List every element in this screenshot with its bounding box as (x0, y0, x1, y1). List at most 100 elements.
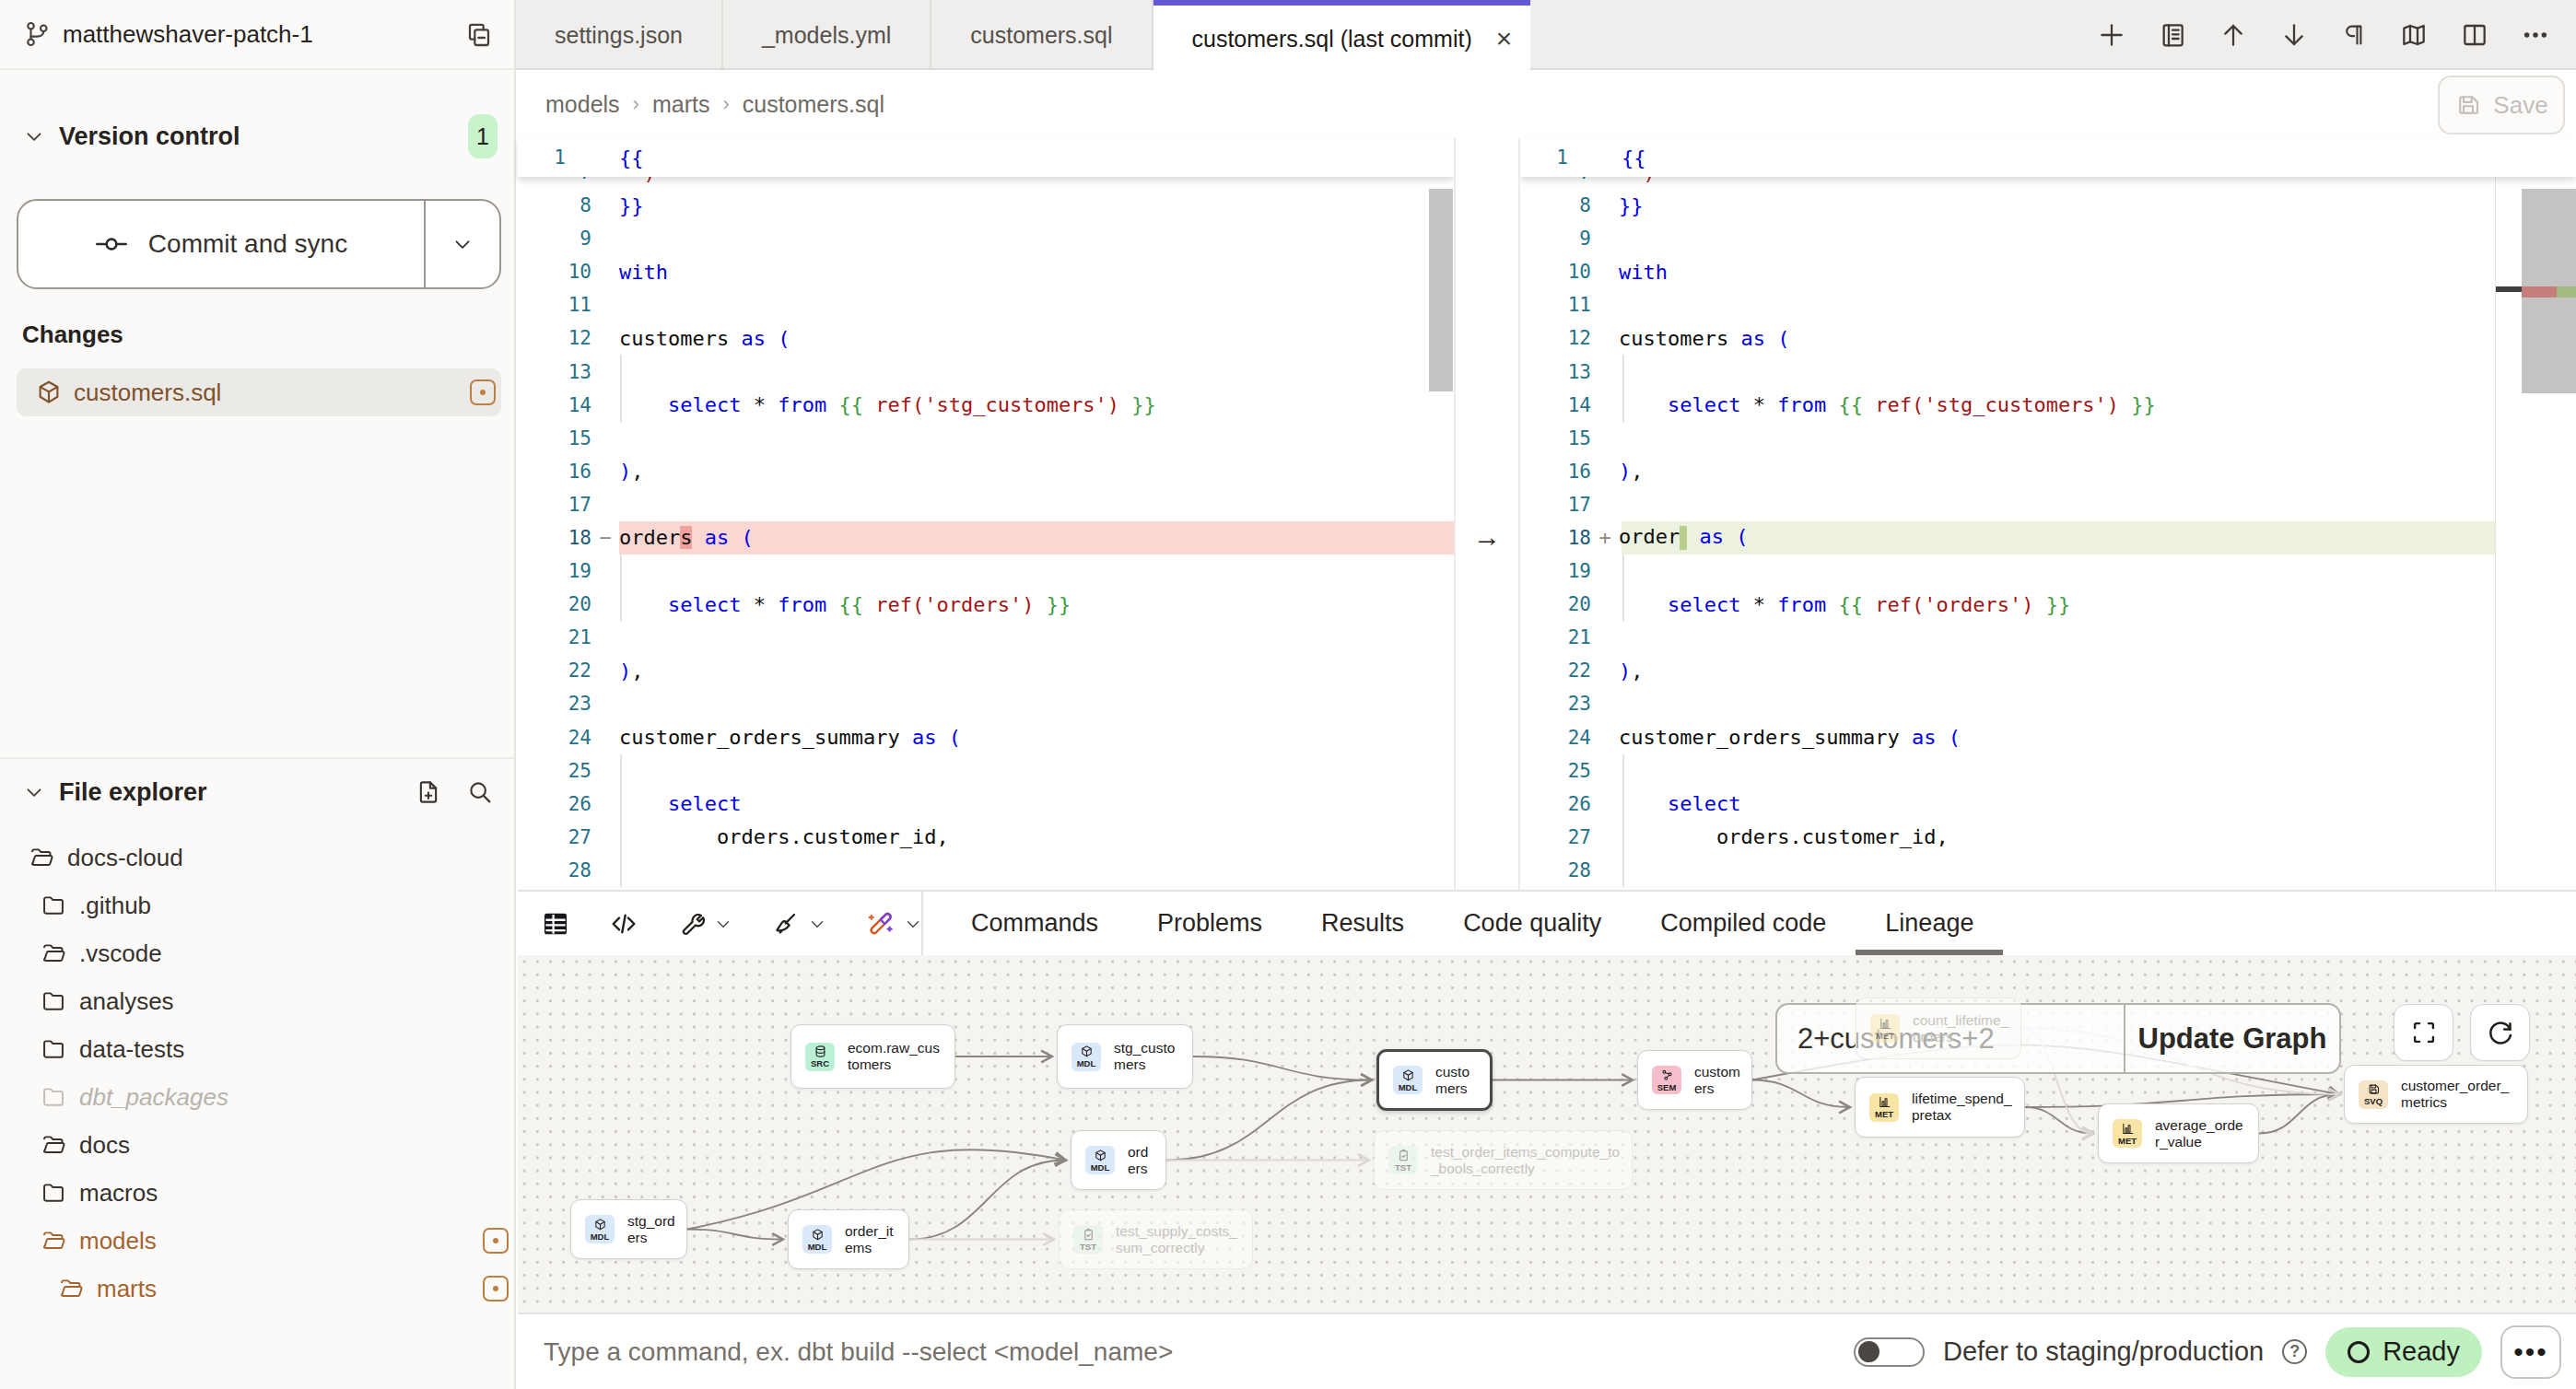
lineage-node-order_items[interactable]: MDLorder_items (788, 1209, 909, 1269)
bottom-tab-code-quality[interactable]: Code quality (1463, 892, 1601, 955)
code-line-21[interactable]: 21 (518, 621, 1454, 654)
commit-and-sync-button[interactable]: Commit and sync (17, 199, 501, 289)
breadcrumb-item[interactable]: marts (652, 91, 710, 118)
commit-and-sync-main[interactable]: Commit and sync (18, 201, 426, 287)
tab-customers-sql[interactable]: customers.sql (931, 0, 1153, 70)
code-line-13[interactable]: 13 (518, 355, 1454, 388)
more-actions-button[interactable]: ••• (2500, 1325, 2561, 1379)
code-line-20[interactable]: 20 select * from {{ ref('orders') }} (518, 588, 1454, 621)
code-line-25[interactable]: 25 (1520, 754, 2576, 788)
code-line-22[interactable]: 22), (1520, 654, 2576, 687)
tree-item-docs-cloud[interactable]: docs-cloud (0, 834, 514, 881)
changed-file-customers[interactable]: customers.sql (17, 368, 501, 416)
new-file-icon[interactable] (415, 778, 442, 806)
code-line-27[interactable]: 27 orders.customer_id, (1520, 821, 2576, 854)
tree-item-vscode[interactable]: .vscode (0, 929, 514, 977)
breadcrumb-item[interactable]: models (545, 91, 620, 118)
lineage-node-customer_order_metrics[interactable]: SVQcustomer_order_metrics (2344, 1065, 2528, 1124)
build-tool[interactable] (676, 909, 733, 939)
update-graph-button[interactable]: Update Graph (2125, 1005, 2339, 1072)
code-line-16[interactable]: 16), (1520, 455, 2576, 488)
tree-item-data-tests[interactable]: data-tests (0, 1025, 514, 1073)
code-line-17[interactable]: 17 (1520, 488, 2576, 521)
close-tab-icon[interactable]: × (1496, 23, 1513, 54)
code-line-10[interactable]: 10with (518, 255, 1454, 288)
lineage-canvas[interactable]: SRCecom.raw_customersMDLstg_customersMDL… (518, 955, 2576, 1313)
changelog-icon[interactable] (2158, 20, 2187, 50)
code-line-7[interactable]: 7 ) (1520, 177, 2576, 189)
code-line-16[interactable]: 16), (518, 455, 1454, 488)
tree-item-models[interactable]: models (0, 1217, 514, 1265)
code-line-14[interactable]: 14 select * from {{ ref('stg_customers')… (1520, 389, 2576, 422)
bottom-tab-problems[interactable]: Problems (1157, 892, 1262, 955)
code-line-27[interactable]: 27 orders.customer_id, (518, 821, 1454, 854)
code-line-19[interactable]: 19 (518, 554, 1454, 588)
minimap-icon[interactable] (2399, 20, 2429, 50)
tree-item-dbt_packages[interactable]: dbt_packages (0, 1073, 514, 1121)
code-line-12[interactable]: 12customers as ( (1520, 321, 2576, 355)
tab-customers-sql-last-commit-[interactable]: customers.sql (last commit)× (1153, 0, 1531, 72)
code-line-9[interactable]: 9 (1520, 222, 2576, 255)
more-options-icon[interactable] (2521, 20, 2550, 50)
code-line-10[interactable]: 10with (1520, 255, 2576, 288)
code-line-26[interactable]: 26 select (1520, 788, 2576, 821)
code-line-11[interactable]: 11 (1520, 288, 2576, 321)
bottom-tab-commands[interactable]: Commands (971, 892, 1098, 955)
arrow-up-icon[interactable] (2219, 20, 2248, 50)
code-line-23[interactable]: 23 (1520, 687, 2576, 720)
tab-settings-json[interactable]: settings.json (516, 0, 723, 70)
fullscreen-button[interactable] (2394, 1004, 2453, 1061)
minimap[interactable] (2495, 138, 2576, 890)
lineage-node-count_lifetime_orders[interactable]: METcount_lifetime_orders (1856, 998, 2021, 1059)
code-line-23[interactable]: 23 (518, 687, 1454, 720)
tree-item-github[interactable]: .github (0, 881, 514, 929)
breadcrumb-item[interactable]: customers.sql (743, 91, 884, 118)
code-line-13[interactable]: 13 (1520, 355, 2576, 388)
help-icon[interactable]: ? (2282, 1339, 2307, 1364)
code-line-14[interactable]: 14 select * from {{ ref('stg_customers')… (518, 389, 1454, 422)
lineage-node-customers[interactable]: MDLcustomers (1376, 1049, 1493, 1111)
search-icon[interactable] (466, 778, 494, 806)
code-line-12[interactable]: 12customers as ( (518, 321, 1454, 355)
code-line-11[interactable]: 11 (518, 288, 1454, 321)
code-line-28[interactable]: 28 (1520, 854, 2576, 887)
diff-pane-modified[interactable]: 1{{7 )8}}910with1112customers as (1314 s… (1520, 138, 2576, 890)
new-tab-icon[interactable] (2097, 20, 2126, 50)
revert-change-arrow-icon[interactable]: → (1456, 520, 1518, 554)
ready-status-button[interactable]: Ready (2325, 1327, 2482, 1377)
copy-icon[interactable] (464, 19, 494, 49)
arrow-down-icon[interactable] (2279, 20, 2309, 50)
tree-item-marts[interactable]: marts (0, 1265, 514, 1313)
compile-code-icon[interactable] (608, 908, 639, 940)
tab--models-yml[interactable]: _models.yml (723, 0, 931, 70)
lineage-node-stg_orders[interactable]: MDLstg_orders (570, 1199, 687, 1259)
file-explorer-header[interactable]: File explorer (0, 757, 514, 825)
ai-fix-tool[interactable] (864, 908, 923, 940)
split-editor-icon[interactable] (2460, 20, 2489, 50)
refresh-graph-button[interactable] (2470, 1004, 2530, 1061)
tree-item-docs[interactable]: docs (0, 1121, 514, 1169)
lineage-node-test_order_items_compute_to_bools_correctly[interactable]: TSTtest_order_items_compute_to_bools_cor… (1374, 1130, 1633, 1190)
code-line-19[interactable]: 19 (1520, 554, 2576, 588)
code-line-25[interactable]: 25 (518, 754, 1454, 788)
tree-item-analyses[interactable]: analyses (0, 977, 514, 1025)
lineage-node-customers_sem[interactable]: SEMcustomers (1637, 1050, 1752, 1110)
lineage-node-average_order_value[interactable]: METaverage_order_value (2098, 1103, 2259, 1163)
code-line-9[interactable]: 9 (518, 222, 1454, 255)
format-tool[interactable] (770, 909, 827, 939)
code-line-24[interactable]: 24customer_orders_summary as ( (518, 721, 1454, 754)
code-line-28[interactable]: 28 (518, 854, 1454, 887)
code-line-15[interactable]: 15 (1520, 422, 2576, 455)
code-line-18[interactable]: 18−orders as ( (518, 521, 1454, 554)
save-button[interactable]: Save (2438, 76, 2565, 134)
code-line-21[interactable]: 21 (1520, 621, 2576, 654)
diff-pane-original[interactable]: 1{{7 )8}}910with1112customers as (1314 s… (518, 138, 1454, 890)
lineage-node-test_supply_costs_sum_correctly[interactable]: TSTtest_supply_costs_sum_correctly (1059, 1209, 1253, 1269)
bottom-tab-results[interactable]: Results (1321, 892, 1404, 955)
code-line-26[interactable]: 26 select (518, 788, 1454, 821)
code-line-18[interactable]: 18+order as ( (1520, 521, 2576, 554)
lineage-node-ecom.raw_customers[interactable]: SRCecom.raw_customers (790, 1024, 955, 1089)
code-line-24[interactable]: 24customer_orders_summary as ( (1520, 721, 2576, 754)
defer-toggle[interactable] (1854, 1337, 1925, 1367)
code-line-8[interactable]: 8}} (518, 189, 1454, 222)
